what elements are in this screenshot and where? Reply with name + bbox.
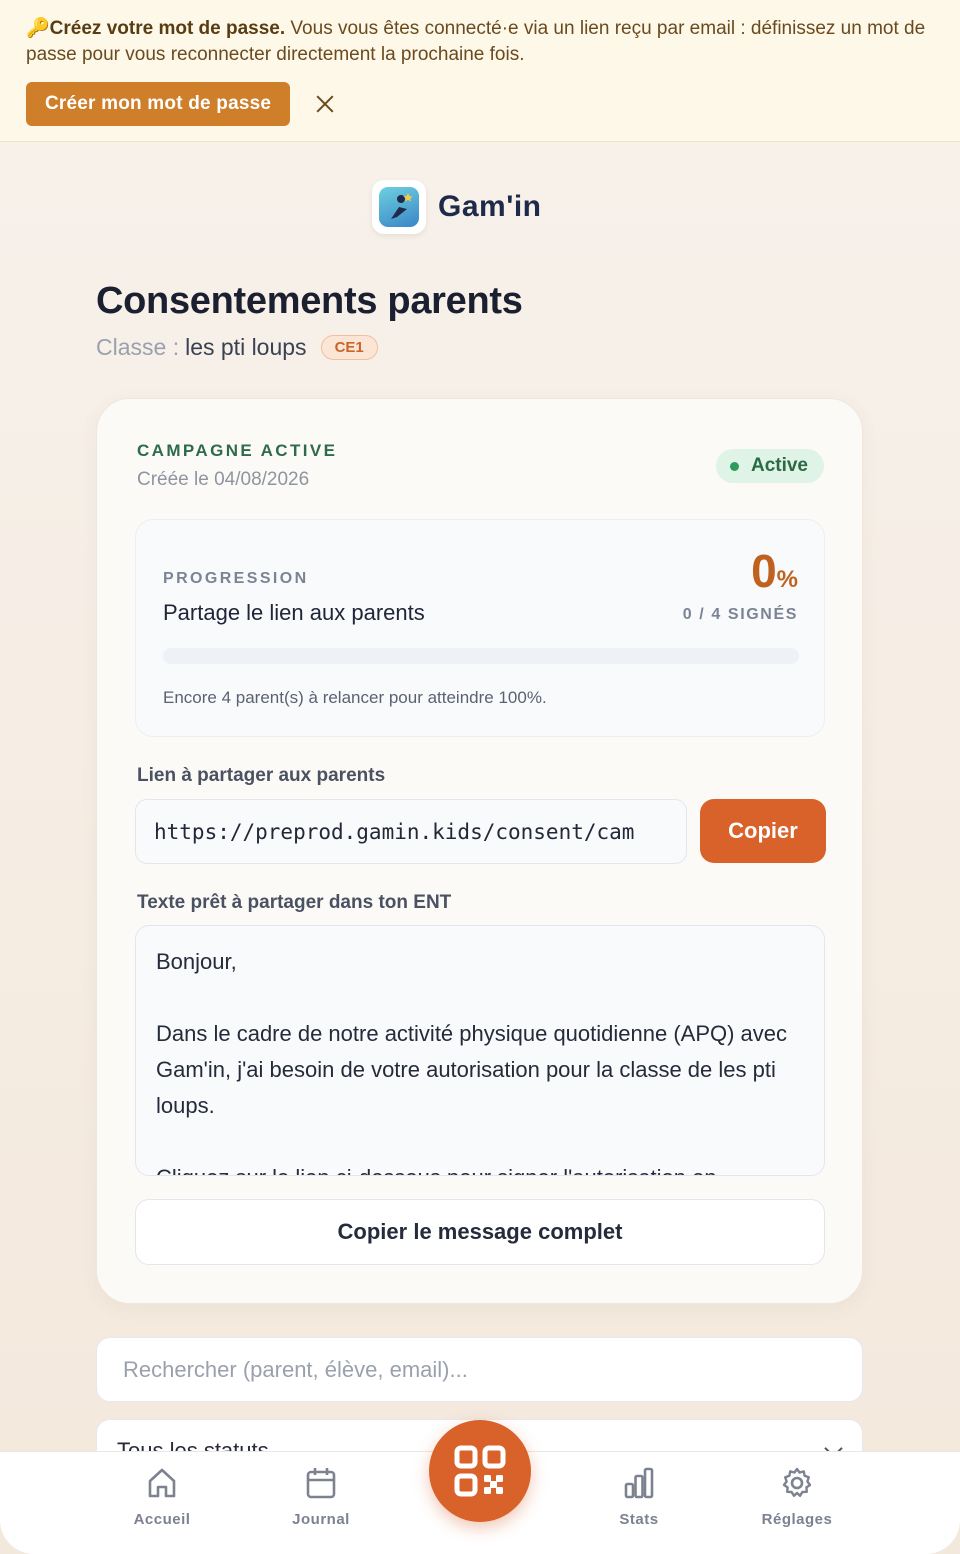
progress-label: PROGRESSION — [163, 570, 309, 587]
bar-chart-icon — [624, 1467, 654, 1499]
password-banner: 🔑Créez votre mot de passe. Vous vous ête… — [0, 0, 960, 142]
qr-scan-button[interactable] — [429, 1420, 531, 1522]
progress-hint: Encore 4 parent(s) à relancer pour attei… — [163, 688, 547, 707]
status-badge: Active — [715, 449, 824, 483]
search-input[interactable] — [96, 1337, 863, 1402]
progress-count: 0 / 4 SIGNÉS — [682, 606, 798, 623]
progress-percent-value: 0 — [751, 545, 777, 597]
create-password-button[interactable]: Créer mon mot de passe — [26, 82, 291, 126]
status-label: Active — [750, 455, 808, 476]
progress-bar — [163, 648, 799, 664]
status-dot-icon — [729, 461, 739, 471]
nav-label-home: Accueil — [133, 1511, 191, 1528]
progress-percent: 0% — [751, 544, 798, 598]
key-icon: 🔑 — [26, 18, 50, 39]
link-label: Lien à partager aux parents — [137, 765, 386, 786]
close-icon[interactable] — [316, 95, 334, 113]
calendar-icon — [306, 1468, 336, 1499]
share-text-label: Texte prêt à partager dans ton ENT — [137, 892, 452, 913]
share-link-field[interactable]: https://preprod.gamin.kids/consent/cam — [135, 799, 687, 864]
page-title: Consentements parents — [96, 280, 523, 322]
qr-code-icon — [454, 1445, 506, 1497]
nav-label-settings: Réglages — [761, 1511, 833, 1528]
progress-panel: PROGRESSION Partage le lien aux parents … — [135, 519, 825, 737]
campaign-created-date: Créée le 04/08/2026 — [137, 469, 310, 490]
logo-icon — [372, 180, 426, 234]
class-level-badge: CE1 — [320, 335, 378, 360]
gear-icon — [782, 1467, 812, 1497]
campaign-card: CAMPAGNE ACTIVE Créée le 04/08/2026 Acti… — [96, 398, 863, 1304]
share-message-textarea[interactable]: Bonjour, Dans le cadre de notre activité… — [135, 925, 825, 1176]
logo-name: Gam'in — [438, 190, 542, 223]
progress-percent-sign: % — [776, 566, 798, 593]
class-line: Classe : les pti loups CE1 — [96, 334, 378, 361]
nav-label-stats: Stats — [619, 1511, 659, 1528]
copy-message-button[interactable]: Copier le message complet — [135, 1199, 825, 1265]
progress-title: Partage le lien aux parents — [163, 600, 425, 625]
copy-link-button[interactable]: Copier — [700, 799, 826, 863]
app-logo: Gam'in — [372, 180, 542, 234]
class-name: les pti loups — [185, 334, 307, 360]
banner-title: Créez votre mot de passe. — [49, 18, 286, 39]
class-prefix: Classe : — [96, 334, 180, 360]
banner-message: 🔑Créez votre mot de passe. Vous vous ête… — [26, 16, 934, 68]
home-icon — [148, 1468, 176, 1498]
campaign-label: CAMPAGNE ACTIVE — [137, 441, 338, 460]
nav-label-journal: Journal — [292, 1511, 350, 1528]
